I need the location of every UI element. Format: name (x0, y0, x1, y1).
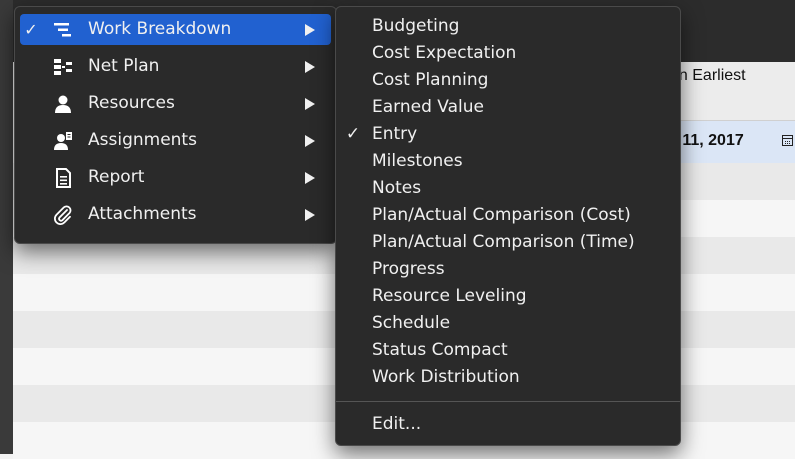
menu-item-assignments[interactable]: Assignments (20, 125, 331, 156)
person-icon (53, 94, 73, 114)
submenu-item-label: Milestones (372, 151, 463, 171)
document-icon (53, 168, 73, 188)
submenu-item-plan-actual-cost[interactable]: Plan/Actual Comparison (Cost) (341, 202, 675, 229)
submenu-item-entry[interactable]: ✓ Entry (341, 121, 675, 148)
submenu-item-earned-value[interactable]: Earned Value (341, 94, 675, 121)
menu-item-label: Attachments (88, 204, 197, 224)
menu-separator (336, 401, 680, 402)
submenu-arrow-icon (305, 209, 315, 221)
submenu-item-budgeting[interactable]: Budgeting (341, 13, 675, 40)
menu-item-label: Report (88, 167, 145, 187)
submenu-item-label: Cost Planning (372, 70, 489, 90)
submenu-arrow-icon (305, 98, 315, 110)
submenu-item-label: Cost Expectation (372, 43, 517, 63)
column-header-line1: en Earliest (670, 67, 746, 84)
submenu-item-progress[interactable]: Progress (341, 256, 675, 283)
submenu-item-work-distribution[interactable]: Work Distribution (341, 364, 675, 391)
submenu-item-label: Notes (372, 178, 422, 198)
submenu-arrow-icon (305, 24, 315, 36)
submenu-arrow-icon (305, 135, 315, 147)
checkmark-icon: ✓ (24, 20, 38, 39)
submenu-item-label: Work Distribution (372, 367, 520, 387)
assignment-icon (53, 131, 73, 151)
work-breakdown-submenu: Budgeting Cost Expectation Cost Planning… (335, 6, 681, 446)
work-breakdown-icon (53, 20, 73, 40)
menu-item-label: Net Plan (88, 56, 160, 76)
submenu-item-label: Budgeting (372, 16, 460, 36)
menu-item-work-breakdown[interactable]: ✓ Work Breakdown (20, 14, 331, 45)
submenu-item-milestones[interactable]: Milestones (341, 148, 675, 175)
menu-item-report[interactable]: Report (20, 162, 331, 193)
submenu-item-label: Schedule (372, 313, 451, 333)
submenu-item-notes[interactable]: Notes (341, 175, 675, 202)
menu-item-label: Resources (88, 93, 175, 113)
net-plan-icon (53, 57, 73, 77)
submenu-item-label: Resource Leveling (372, 286, 527, 306)
submenu-item-label: Progress (372, 259, 445, 279)
submenu-item-resource-leveling[interactable]: Resource Leveling (341, 283, 675, 310)
menu-item-label: Assignments (88, 130, 197, 150)
submenu-arrow-icon (305, 172, 315, 184)
menu-item-attachments[interactable]: Attachments (20, 199, 331, 230)
view-menu: ✓ Work Breakdown Net Plan Resources Assi… (14, 6, 337, 244)
submenu-item-label: Plan/Actual Comparison (Cost) (372, 205, 631, 225)
menu-item-label: Work Breakdown (88, 19, 232, 39)
calendar-icon[interactable] (782, 135, 793, 146)
menu-item-net-plan[interactable]: Net Plan (20, 51, 331, 82)
menu-item-resources[interactable]: Resources (20, 88, 331, 119)
paperclip-icon (53, 205, 73, 225)
submenu-item-cost-planning[interactable]: Cost Planning (341, 67, 675, 94)
submenu-item-plan-actual-time[interactable]: Plan/Actual Comparison (Time) (341, 229, 675, 256)
submenu-item-label: Plan/Actual Comparison (Time) (372, 232, 635, 252)
submenu-item-status-compact[interactable]: Status Compact (341, 337, 675, 364)
submenu-item-label: Status Compact (372, 340, 508, 360)
submenu-item-label: Edit... (372, 414, 422, 434)
submenu-item-edit[interactable]: Edit... (341, 411, 675, 438)
window-left-edge (0, 0, 13, 454)
checkmark-icon: ✓ (345, 124, 361, 144)
submenu-item-cost-expectation[interactable]: Cost Expectation (341, 40, 675, 67)
submenu-item-label: Earned Value (372, 97, 484, 117)
submenu-arrow-icon (305, 61, 315, 73)
submenu-item-label: Entry (372, 124, 418, 144)
submenu-item-schedule[interactable]: Schedule (341, 310, 675, 337)
